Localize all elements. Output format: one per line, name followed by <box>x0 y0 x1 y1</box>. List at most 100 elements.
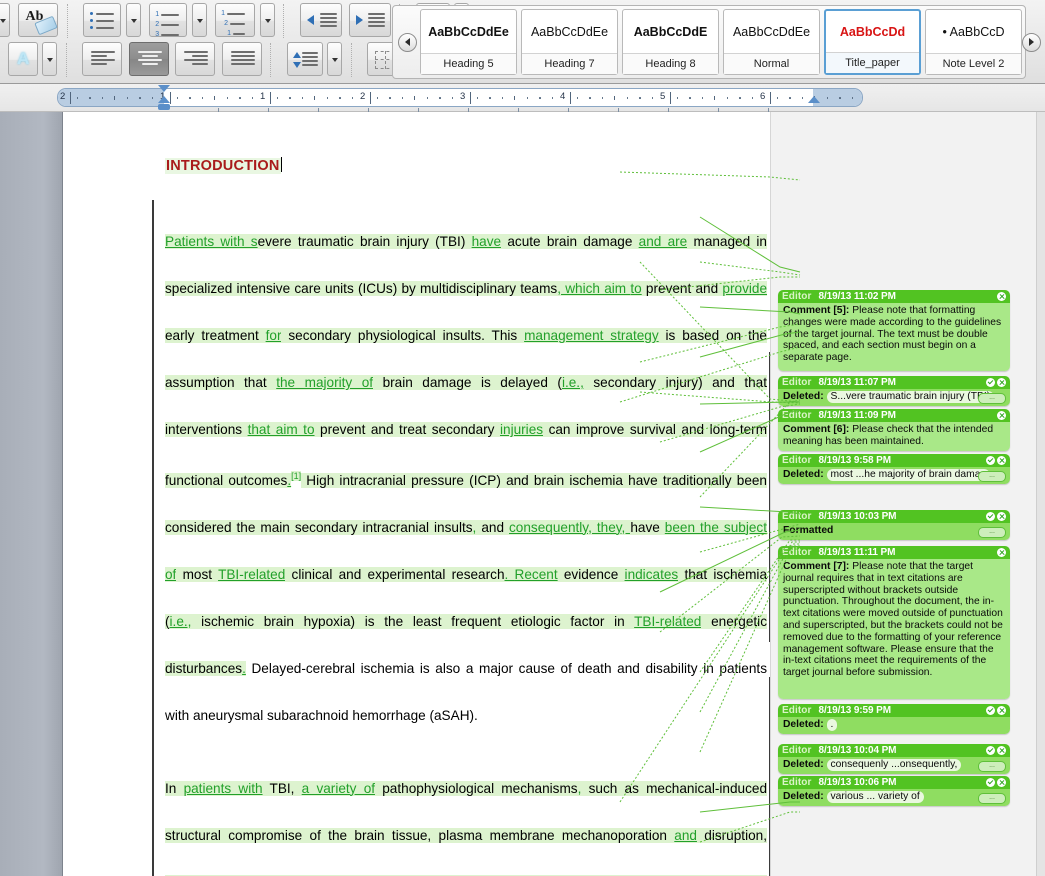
accept-change-icon[interactable] <box>986 378 995 387</box>
increase-indent-button[interactable] <box>348 3 391 37</box>
accept-change-icon[interactable] <box>986 778 995 787</box>
horizontal-ruler[interactable]: 21123456 <box>57 88 863 107</box>
multilevel-list-dropdown-button[interactable] <box>259 3 275 37</box>
text-run: clinical and experimental research <box>285 566 505 582</box>
navigation-pane[interactable] <box>0 112 63 876</box>
revision-balloon[interactable]: Editor 8/19/13 10:04 PM Deleted: consequen… <box>778 744 1010 774</box>
ruler-left-margin <box>58 89 164 106</box>
styles-gallery-prev-button[interactable] <box>398 32 417 52</box>
ruler-tick <box>251 97 253 99</box>
line-spacing-dropdown-button[interactable] <box>327 42 343 76</box>
revision-balloon[interactable]: Editor 8/19/13 11:07 PM Deleted: S...vere … <box>778 376 1010 406</box>
balloon-expand-button[interactable]: ... <box>978 527 1006 538</box>
ruler-tick <box>351 97 353 99</box>
align-right-button[interactable] <box>175 42 216 76</box>
styles-gallery-next-button[interactable] <box>1022 32 1041 52</box>
left-indent-marker[interactable] <box>158 104 170 110</box>
increase-indent-icon <box>367 13 385 27</box>
reject-change-icon[interactable] <box>997 512 1006 521</box>
reject-change-icon[interactable] <box>997 548 1006 557</box>
numbering-button[interactable]: 1 2 3 <box>149 3 188 38</box>
accept-change-icon[interactable] <box>986 456 995 465</box>
style-tile-heading-8[interactable]: AaBbCcDdE Heading 8 <box>622 9 719 75</box>
hanging-indent-marker[interactable] <box>158 96 170 103</box>
revision-balloon[interactable]: Editor 8/19/13 11:09 PM Comment [6]: Pleas… <box>778 409 1010 451</box>
style-tile-heading-5[interactable]: AaBbCcDdEe Heading 5 <box>420 9 517 75</box>
numbering-icon: 1 2 3 <box>155 11 180 38</box>
balloon-expand-button[interactable]: ... <box>978 792 1006 804</box>
style-tile-title-paper[interactable]: AaBbCcDd Title_paper <box>824 9 921 75</box>
font-color-dropdown-button[interactable] <box>0 3 10 37</box>
balloon-timestamp: 8/19/13 11:02 PM <box>818 291 896 302</box>
reject-change-icon[interactable] <box>997 706 1006 715</box>
first-line-indent-marker[interactable] <box>158 85 170 92</box>
ribbon-separator <box>66 4 69 38</box>
balloon-author: Editor <box>782 377 812 388</box>
style-tile-normal[interactable]: AaBbCcDdEe Normal <box>723 9 820 75</box>
accept-change-icon[interactable] <box>986 512 995 521</box>
text-run: . <box>504 566 515 582</box>
accept-change-icon[interactable] <box>986 706 995 715</box>
reject-change-icon[interactable] <box>997 746 1006 755</box>
text-run: and <box>674 827 697 843</box>
ruler-tick <box>714 96 715 100</box>
bullets-dropdown-button[interactable] <box>125 3 141 37</box>
right-indent-marker[interactable] <box>808 96 820 103</box>
reject-change-icon[interactable] <box>997 456 1006 465</box>
reject-change-icon[interactable] <box>997 778 1006 787</box>
numbering-dropdown-button[interactable] <box>191 3 207 37</box>
align-left-button[interactable] <box>82 42 123 76</box>
balloon-expand-button[interactable]: ... <box>978 470 1006 482</box>
chevron-down-icon <box>196 19 203 23</box>
justify-button[interactable] <box>221 42 262 76</box>
ruler-number: 5 <box>660 91 666 102</box>
revision-balloon[interactable]: Editor 8/19/13 10:06 PM Deleted: various .… <box>778 776 1010 806</box>
balloon-expand-button[interactable]: ... <box>978 392 1006 404</box>
text-run: TBI-related <box>218 566 286 582</box>
text-effects-button[interactable]: A <box>8 42 38 76</box>
revision-balloon[interactable]: Editor 8/19/13 10:03 PM Formatted... <box>778 510 1010 540</box>
ruler-tick <box>339 97 341 99</box>
style-name: Heading 5 <box>421 53 516 74</box>
reject-change-icon[interactable] <box>997 378 1006 387</box>
text-run: management strategy <box>524 328 659 343</box>
paragraph-2[interactable]: In patients with TBI, a variety of patho… <box>165 765 767 876</box>
ruler-tick <box>476 97 478 99</box>
paragraph-1[interactable]: Patients with severe traumatic brain inj… <box>165 218 768 739</box>
reject-change-icon[interactable] <box>997 411 1006 420</box>
ruler-tick <box>201 97 203 99</box>
chevron-down-icon <box>332 58 339 62</box>
reject-change-icon[interactable] <box>997 292 1006 301</box>
text-run: Delayed-cerebral ischemia is also a majo… <box>165 660 767 723</box>
revision-balloon[interactable]: Editor 8/19/13 11:02 PM Comment [5]: Pleas… <box>778 290 1010 371</box>
line-spacing-button[interactable] <box>286 42 323 76</box>
styles-gallery[interactable]: AaBbCcDdEe Heading 5 AaBbCcDdEe Heading 7 Aa… <box>392 5 1041 79</box>
ruler-tick <box>270 92 271 104</box>
ruler-number: 2 <box>60 91 66 102</box>
text-run: have <box>471 234 502 249</box>
balloon-label: Comment [7]: <box>783 561 850 572</box>
text-effects-dropdown-button[interactable] <box>42 42 58 76</box>
balloon-expand-button[interactable]: ... <box>978 760 1006 772</box>
ruler-tick <box>589 97 591 99</box>
text-run: injuries <box>499 422 544 437</box>
style-tile-heading-7[interactable]: AaBbCcDdEe Heading 7 <box>521 9 618 75</box>
chevron-right-icon <box>1029 38 1034 46</box>
clear-formatting-button[interactable]: Ab <box>18 3 59 37</box>
style-tile-note-level-2[interactable]: • AaBbCcD Note Level 2 <box>925 9 1022 75</box>
multilevel-list-button[interactable]: 1 2 1 <box>215 3 256 37</box>
right-indent-icon <box>808 96 820 103</box>
document-body[interactable]: INTRODUCTION Patients with severe trauma… <box>165 157 768 876</box>
revision-balloon[interactable]: Editor 8/19/13 9:59 PM Deleted: . <box>778 704 1010 734</box>
document-page[interactable]: INTRODUCTION Patients with severe trauma… <box>64 112 771 876</box>
align-center-button[interactable] <box>128 42 169 76</box>
decrease-indent-button[interactable] <box>299 3 342 37</box>
balloon-label: Deleted: <box>783 759 824 770</box>
accept-change-icon[interactable] <box>986 746 995 755</box>
revision-balloon[interactable]: Editor 8/19/13 9:58 PM Deleted: most ...he… <box>778 454 1010 484</box>
balloon-deleted-text: consequenly ...onsequently, <box>826 759 962 771</box>
text-run: prevent and <box>641 281 723 296</box>
ruler-number: 2 <box>360 91 366 102</box>
revision-balloon[interactable]: Editor 8/19/13 11:11 PM Comment [7]: Pleas… <box>778 546 1010 699</box>
bullets-button[interactable] <box>83 3 122 37</box>
